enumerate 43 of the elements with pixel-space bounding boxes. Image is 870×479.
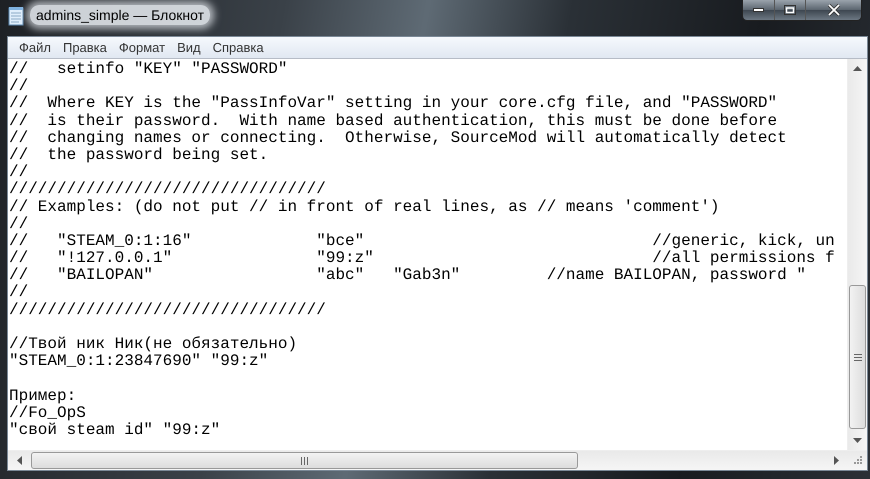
text-line: // "!127.0.0.1" "99:z" //all permissions f bbox=[9, 250, 836, 268]
text-line: // the password being set. bbox=[9, 146, 270, 164]
scroll-left-icon bbox=[17, 456, 22, 465]
notepad-icon bbox=[8, 6, 24, 26]
scroll-thumb[interactable] bbox=[849, 285, 866, 429]
text-line: // is their password. With name based authentication, this must be done before bbox=[9, 112, 778, 130]
minimize-button[interactable] bbox=[743, 0, 774, 20]
text-line: // bbox=[9, 164, 28, 182]
minimize-icon bbox=[753, 8, 764, 12]
maximize-button[interactable] bbox=[774, 0, 805, 20]
menu-item[interactable]: Вид bbox=[171, 40, 207, 55]
window-title: admins_simple — Блокнот bbox=[30, 5, 210, 25]
text-line: // changing names or connecting. Otherwise, SourceMod will automatically detect bbox=[9, 130, 788, 147]
close-button[interactable] bbox=[805, 0, 861, 20]
text-line: ///////////////////////////////// bbox=[9, 181, 327, 198]
text-line: "свой steam id" "99:z" bbox=[9, 422, 222, 440]
text-line: // Where KEY is the "PassInfoVar" setting in your core.cfg file, and "PASSWORD" bbox=[9, 95, 778, 113]
grip-icon bbox=[301, 456, 308, 464]
text-line: //Твой ник Ник(не обязательно) bbox=[9, 336, 298, 353]
text-line: // Examples: (do not put // in front of real lines, as // means 'comment') bbox=[9, 198, 721, 216]
text-line: ///////////////////////////////// bbox=[9, 302, 327, 319]
scroll-thumb[interactable] bbox=[31, 452, 578, 469]
text-line: // bbox=[9, 284, 30, 302]
text-line: // "STEAM_0:1:16" "bce" //generic, kick, un bbox=[9, 232, 836, 250]
text-line: // "BAILOPAN" "abc" "Gab3n" //name BAILOPAN, password " bbox=[9, 267, 807, 284]
scroll-right-icon bbox=[834, 456, 839, 465]
maximize-icon bbox=[784, 5, 796, 15]
scroll-down-icon bbox=[853, 438, 862, 443]
menu-item[interactable]: Формат bbox=[112, 40, 172, 55]
text-line: //Fo_OpS bbox=[9, 404, 87, 422]
text-line: // bbox=[9, 78, 30, 96]
text-line: Пример: bbox=[9, 388, 78, 405]
scroll-up-icon bbox=[853, 66, 862, 71]
menu-item[interactable]: Правка bbox=[56, 40, 113, 55]
menu-item[interactable]: Справка bbox=[206, 40, 270, 55]
text-line: "STEAM_0:1:23847690" "99:z" bbox=[9, 353, 270, 370]
vertical-scrollbar[interactable] bbox=[847, 59, 867, 450]
resize-grip-icon[interactable] bbox=[851, 455, 863, 467]
text-line: // bbox=[9, 216, 30, 233]
menu-item[interactable]: Файл bbox=[13, 40, 57, 55]
close-icon bbox=[826, 4, 840, 16]
grip-icon bbox=[854, 354, 862, 360]
text-line: // setinfo "KEY" "PASSWORD" bbox=[9, 61, 288, 78]
